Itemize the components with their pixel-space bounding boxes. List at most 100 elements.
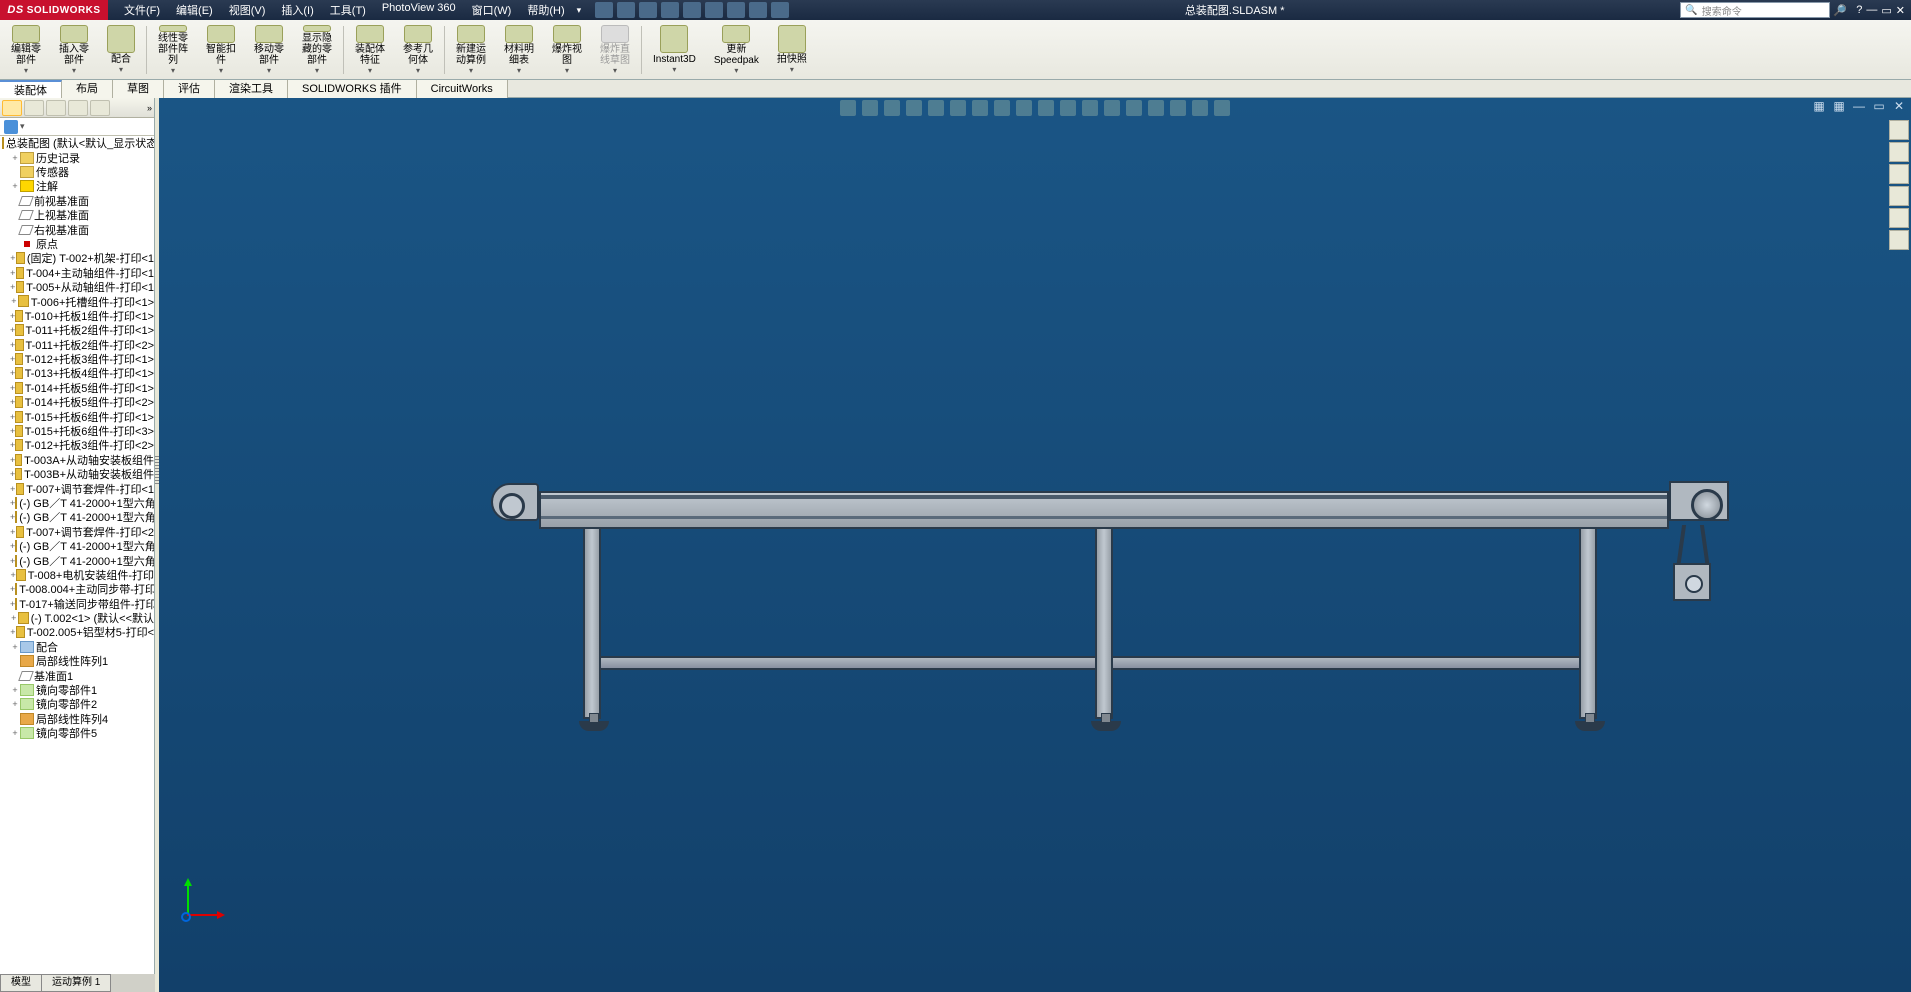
view-settings2-icon[interactable] — [1060, 100, 1076, 116]
view-palette-tab-icon[interactable] — [1889, 186, 1909, 206]
tree-node[interactable]: +T-008+电机安装组件-打印 — [0, 568, 154, 582]
vp-close-icon[interactable]: ✕ — [1891, 98, 1907, 114]
tree-node[interactable]: 上视基准面 — [0, 208, 154, 222]
tree-node[interactable]: +T-014+托板5组件-打印<1> — [0, 381, 154, 395]
section-view-icon[interactable] — [906, 100, 922, 116]
tree-node[interactable]: +镜向零部件2 — [0, 697, 154, 711]
orientation-triad[interactable] — [165, 876, 215, 926]
view-orientation-icon[interactable] — [928, 100, 944, 116]
tree-node[interactable]: +注解 — [0, 179, 154, 193]
vp-tile-icon[interactable]: ▦ — [1811, 98, 1827, 114]
tree-node[interactable]: +T-013+托板4组件-打印<1> — [0, 366, 154, 380]
display-style-icon[interactable] — [950, 100, 966, 116]
tree-node[interactable]: +配合 — [0, 640, 154, 654]
expand-icon[interactable]: + — [10, 153, 20, 163]
new-doc-icon[interactable] — [595, 2, 613, 18]
feature-tree-tab-icon[interactable] — [2, 100, 22, 116]
vp-restore-icon[interactable]: ▭ — [1871, 98, 1887, 114]
menu-文件[interactable]: 文件(F) — [116, 2, 168, 18]
model-conveyor-assembly[interactable] — [539, 491, 1669, 529]
expand-icon[interactable]: + — [10, 642, 20, 652]
undo-icon[interactable] — [683, 2, 701, 18]
view-settings7-icon[interactable] — [1170, 100, 1186, 116]
ribbon-btn-8[interactable]: 参考几 何体▾ — [394, 22, 442, 78]
cmd-tab-草图[interactable]: 草图 — [113, 80, 164, 98]
tree-node[interactable]: +(-) GB／T 41-2000+1型六角 — [0, 510, 154, 524]
screen-capture-icon[interactable] — [771, 2, 789, 18]
feature-tree[interactable]: 总装配图 (默认<默认_显示状态 +历史记录传感器+注解前视基准面上视基准面右视… — [0, 136, 154, 978]
ribbon-btn-0[interactable]: 编辑零 部件▾ — [2, 22, 50, 78]
tree-node[interactable]: +T-012+托板3组件-打印<2> — [0, 438, 154, 452]
menu-插入[interactable]: 插入(I) — [273, 2, 321, 18]
tree-node[interactable]: +T-011+托板2组件-打印<2> — [0, 337, 154, 351]
hide-show-icon[interactable] — [972, 100, 988, 116]
tree-node[interactable]: 局部线性阵列4 — [0, 712, 154, 726]
ribbon-btn-9[interactable]: 新建运 动算例▾ — [447, 22, 495, 78]
print-icon[interactable] — [661, 2, 679, 18]
tree-node[interactable]: +镜向零部件5 — [0, 726, 154, 740]
view-settings3-icon[interactable] — [1082, 100, 1098, 116]
bottom-tab-0[interactable]: 模型 — [0, 974, 42, 992]
zoom-area-icon[interactable] — [862, 100, 878, 116]
config-manager-tab-icon[interactable] — [46, 100, 66, 116]
cmd-tab-评估[interactable]: 评估 — [164, 80, 215, 98]
view-settings6-icon[interactable] — [1148, 100, 1164, 116]
panel-overflow-icon[interactable]: » — [147, 103, 152, 113]
ribbon-btn-2[interactable]: 配合▾ — [98, 22, 144, 78]
tree-node[interactable]: 局部线性阵列1 — [0, 654, 154, 668]
property-manager-tab-icon[interactable] — [24, 100, 44, 116]
expand-icon[interactable]: + — [10, 296, 18, 306]
rebuild-icon[interactable] — [727, 2, 745, 18]
options-icon[interactable] — [749, 2, 767, 18]
tree-node[interactable]: +T-015+托板6组件-打印<1> — [0, 409, 154, 423]
expand-icon[interactable]: + — [10, 685, 20, 695]
graphics-viewport[interactable]: ▦ ▦ — ▭ ✕ — [159, 98, 1911, 992]
tree-node[interactable]: +T-004+主动轴组件-打印<1 — [0, 266, 154, 280]
view-settings5-icon[interactable] — [1126, 100, 1142, 116]
open-doc-icon[interactable] — [617, 2, 635, 18]
bottom-tab-1[interactable]: 运动算例 1 — [41, 974, 111, 992]
cmd-tab-SOLIDWORKS 插件[interactable]: SOLIDWORKS 插件 — [288, 80, 417, 98]
cmd-tab-CircuitWorks[interactable]: CircuitWorks — [417, 80, 508, 98]
tree-node[interactable]: 原点 — [0, 237, 154, 251]
view-settings-icon[interactable] — [1038, 100, 1054, 116]
tree-node[interactable]: +历史记录 — [0, 150, 154, 164]
ribbon-btn-10[interactable]: 材料明 细表▾ — [495, 22, 543, 78]
tree-node[interactable]: +T-005+从动轴组件-打印<1 — [0, 280, 154, 294]
vp-link-icon[interactable]: ▦ — [1831, 98, 1847, 114]
tree-node[interactable]: +T-006+托槽组件-打印<1> — [0, 294, 154, 308]
menu-窗口[interactable]: 窗口(W) — [464, 2, 520, 18]
ribbon-btn-3[interactable]: 线性零 部件阵 列▾ — [149, 22, 197, 78]
prev-view-icon[interactable] — [884, 100, 900, 116]
vp-minimize-icon[interactable]: — — [1851, 98, 1867, 114]
tree-node[interactable]: +(-) GB／T 41-2000+1型六角 — [0, 496, 154, 510]
file-explorer-tab-icon[interactable] — [1889, 164, 1909, 184]
tree-root-node[interactable]: 总装配图 (默认<默认_显示状态 — [0, 136, 154, 150]
expand-icon[interactable]: + — [10, 181, 20, 191]
tree-node[interactable]: 基准面1 — [0, 668, 154, 682]
tree-node[interactable]: +T-003B+从动轴安装板组件 — [0, 467, 154, 481]
tree-node[interactable]: +T-017+输送同步带组件-打印 — [0, 597, 154, 611]
resources-tab-icon[interactable] — [1889, 120, 1909, 140]
tree-node[interactable]: +T-010+托板1组件-打印<1> — [0, 309, 154, 323]
tree-node[interactable]: +(-) T.002<1> (默认<<默认 — [0, 611, 154, 625]
ribbon-btn-5[interactable]: 移动零 部件▾ — [245, 22, 293, 78]
appearances-tab-icon[interactable] — [1889, 208, 1909, 228]
tree-node[interactable]: +T-007+调节套焊件-打印<2 — [0, 525, 154, 539]
display-manager-tab-icon[interactable] — [90, 100, 110, 116]
zoom-fit-icon[interactable] — [840, 100, 856, 116]
tree-node[interactable]: +镜向零部件1 — [0, 683, 154, 697]
view-settings4-icon[interactable] — [1104, 100, 1120, 116]
minimize-icon[interactable]: — — [1866, 4, 1877, 16]
ribbon-btn-13[interactable]: Instant3D▾ — [644, 22, 705, 78]
cmd-tab-渲染工具[interactable]: 渲染工具 — [215, 80, 288, 98]
command-search[interactable]: 🔍 搜索命令 — [1680, 2, 1830, 18]
menu-帮助[interactable]: 帮助(H) — [519, 2, 572, 18]
tree-node[interactable]: +(-) GB／T 41-2000+1型六角 — [0, 539, 154, 553]
ribbon-btn-11[interactable]: 爆炸视 图▾ — [543, 22, 591, 78]
ribbon-btn-4[interactable]: 智能扣 件▾ — [197, 22, 245, 78]
design-library-tab-icon[interactable] — [1889, 142, 1909, 162]
dimxpert-tab-icon[interactable] — [68, 100, 88, 116]
view-settings8-icon[interactable] — [1192, 100, 1208, 116]
tree-node[interactable]: +T-015+托板6组件-打印<3> — [0, 424, 154, 438]
